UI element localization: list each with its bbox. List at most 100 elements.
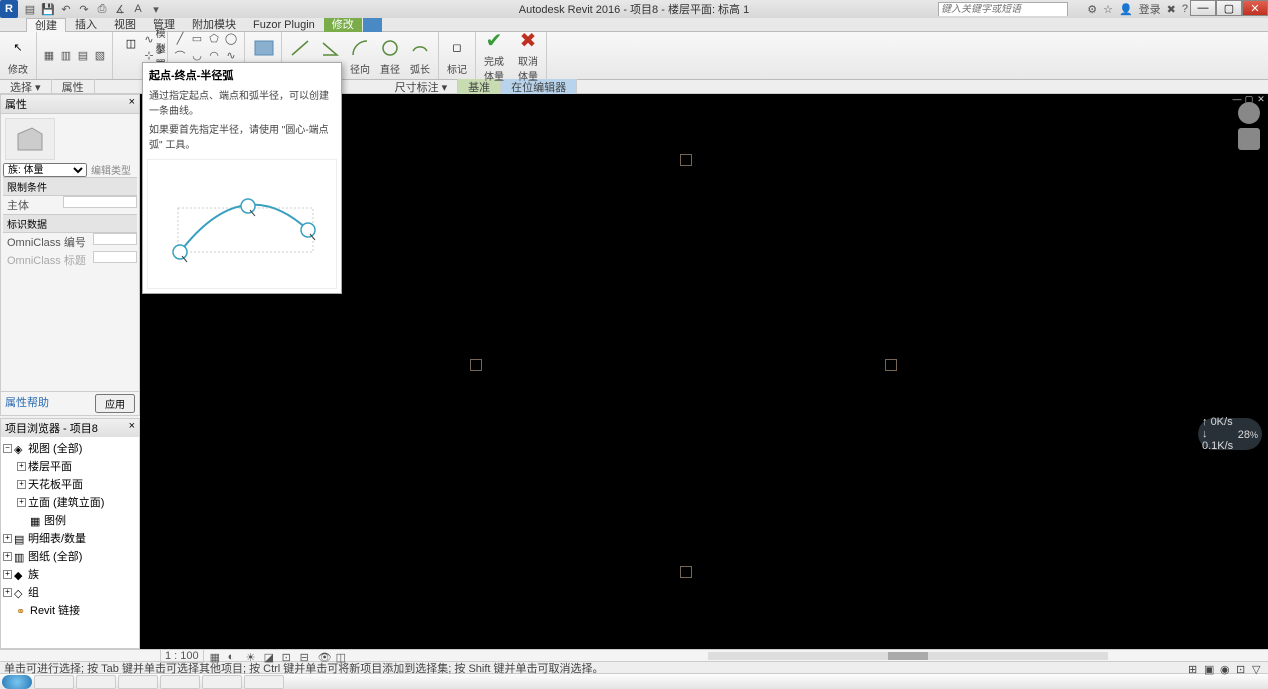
app-icon[interactable]: R [0, 0, 18, 18]
close-button[interactable]: ✕ [1242, 0, 1268, 16]
tab-fuzor[interactable]: Fuzor Plugin [245, 18, 323, 32]
tree-groups[interactable]: +◇组 [3, 583, 137, 601]
sb-filter-icon[interactable]: ▽ [1252, 663, 1264, 673]
radial-dim-button[interactable]: 径向 [346, 36, 374, 76]
start-button[interactable] [2, 675, 32, 689]
close-icon[interactable]: × [129, 420, 135, 436]
tree-legends[interactable]: ▦图例 [17, 511, 137, 529]
panel-dim[interactable]: 尺寸标注 ▾ [385, 79, 459, 95]
cancel-button[interactable]: ✖取消 体量 [514, 28, 542, 83]
maximize-button[interactable]: ▢ [1216, 0, 1242, 16]
value-omni-num[interactable] [93, 233, 137, 245]
tab-addins[interactable]: 附加模块 [184, 18, 244, 32]
scrollbar-h[interactable] [708, 652, 1108, 660]
sb-icon3[interactable]: ◉ [1220, 663, 1232, 673]
group-modify: ↖ 修改 [0, 32, 37, 79]
panel-props[interactable]: 属性 [52, 79, 95, 95]
tab-create[interactable]: 创建 [26, 18, 66, 32]
login-label[interactable]: 登录 [1139, 1, 1161, 17]
elevation-marker-e[interactable] [885, 359, 897, 371]
tree-links[interactable]: ⚭Revit 链接 [3, 601, 137, 619]
undo-icon[interactable]: ↶ [58, 1, 74, 17]
taskbar-item[interactable] [202, 675, 242, 689]
taskbar-item[interactable] [76, 675, 116, 689]
taskbar-item[interactable] [118, 675, 158, 689]
tree-views[interactable]: −◈视图 (全部) [3, 439, 137, 457]
panel-select[interactable]: 选择 ▾ [0, 79, 52, 95]
tree-sheets[interactable]: +▥图纸 (全部) [3, 547, 137, 565]
family-types-icon[interactable]: ▤ [75, 48, 91, 64]
diameter-dim-button[interactable]: 直径 [376, 36, 404, 76]
sb-icon4[interactable]: ⊡ [1236, 663, 1248, 673]
tab-modify[interactable]: 修改 [324, 18, 362, 32]
taskbar-item[interactable] [244, 675, 284, 689]
subscription-icon[interactable]: ⚙ [1087, 3, 1097, 16]
expand-icon[interactable]: + [17, 480, 26, 489]
tree-families[interactable]: +◆族 [3, 565, 137, 583]
sb-icon1[interactable]: ⊞ [1188, 663, 1200, 673]
circle-icon[interactable]: ◯ [223, 31, 239, 47]
search-input[interactable] [939, 4, 1067, 16]
expand-icon[interactable]: + [3, 588, 12, 597]
minimize-button[interactable]: — [1190, 0, 1216, 16]
family-cat-icon[interactable]: ▧ [92, 48, 108, 64]
rect-icon[interactable]: ▭ [189, 31, 205, 47]
value-host[interactable] [63, 196, 137, 208]
help-search[interactable] [938, 2, 1068, 16]
nav-home-icon[interactable] [1238, 102, 1260, 124]
print-icon[interactable]: ⎙ [94, 1, 110, 17]
tree-schedules[interactable]: +▤明细表/数量 [3, 529, 137, 547]
expand-icon[interactable]: + [17, 498, 26, 507]
modify-button[interactable]: ↖ 修改 [4, 36, 32, 76]
finish-button[interactable]: ✔完成 体量 [480, 28, 508, 83]
line-icon[interactable]: ╱ [172, 31, 188, 47]
help-icon[interactable]: ? [1182, 3, 1188, 15]
radial-label: 径向 [350, 61, 370, 76]
expand-icon[interactable]: + [3, 570, 12, 579]
check-icon: ✔ [482, 28, 506, 52]
model-button[interactable]: ◫ [117, 32, 145, 80]
type-selector[interactable]: 族: 体量 [3, 163, 87, 177]
sb-icon2[interactable]: ▣ [1204, 663, 1216, 673]
elevation-marker-s[interactable] [680, 566, 692, 578]
tag-button[interactable]: ◻标记 [443, 36, 471, 76]
type-props-icon[interactable]: ▥ [58, 48, 74, 64]
close-icon[interactable]: × [129, 96, 135, 112]
tree-floorplans[interactable]: +楼层平面 [17, 457, 137, 475]
tab-context[interactable] [363, 18, 382, 32]
tree-elevations[interactable]: +立面 (建筑立面) [17, 493, 137, 511]
tree-ceilingplans[interactable]: +天花板平面 [17, 475, 137, 493]
elevation-marker-w[interactable] [470, 359, 482, 371]
apply-button[interactable]: 应用 [95, 394, 135, 413]
tree-label: 立面 (建筑立面) [28, 494, 104, 510]
redo-icon[interactable]: ↷ [76, 1, 92, 17]
tab-insert[interactable]: 插入 [67, 18, 105, 32]
expand-icon[interactable]: − [3, 444, 12, 453]
nav-wheel-icon[interactable] [1238, 128, 1260, 150]
arc-dim-button[interactable]: 弧长 [406, 36, 434, 76]
set-plane-button[interactable] [249, 36, 277, 60]
save-icon[interactable]: 💾 [40, 1, 56, 17]
browser-header[interactable]: 项目浏览器 - 项目8× [1, 419, 139, 437]
window-controls: — ▢ ✕ [1190, 0, 1268, 16]
properties-header[interactable]: 属性× [1, 95, 139, 114]
elevation-marker-n[interactable] [680, 154, 692, 166]
properties-help-link[interactable]: 属性帮助 [5, 394, 49, 413]
taskbar-item[interactable] [34, 675, 74, 689]
star-icon[interactable]: ☆ [1103, 3, 1113, 16]
user-icon[interactable]: 👤 [1119, 3, 1133, 16]
expand-icon[interactable]: + [17, 462, 26, 471]
value-omni-title[interactable] [93, 251, 137, 263]
tab-view[interactable]: 视图 [106, 18, 144, 32]
props-toggle-icon[interactable]: ▦ [41, 48, 57, 64]
edit-type-button[interactable]: 编辑类型 [91, 162, 131, 177]
exchange-icon[interactable]: ✖ [1167, 3, 1176, 16]
measure-icon[interactable]: ∡ [112, 1, 128, 17]
taskbar-item[interactable] [160, 675, 200, 689]
text-icon[interactable]: A [130, 1, 146, 17]
open-icon[interactable]: ▤ [22, 1, 38, 17]
more-icon[interactable]: ▾ [148, 1, 164, 17]
expand-icon[interactable]: + [3, 534, 12, 543]
expand-icon[interactable]: + [3, 552, 12, 561]
polygon-icon[interactable]: ⬠ [206, 31, 222, 47]
